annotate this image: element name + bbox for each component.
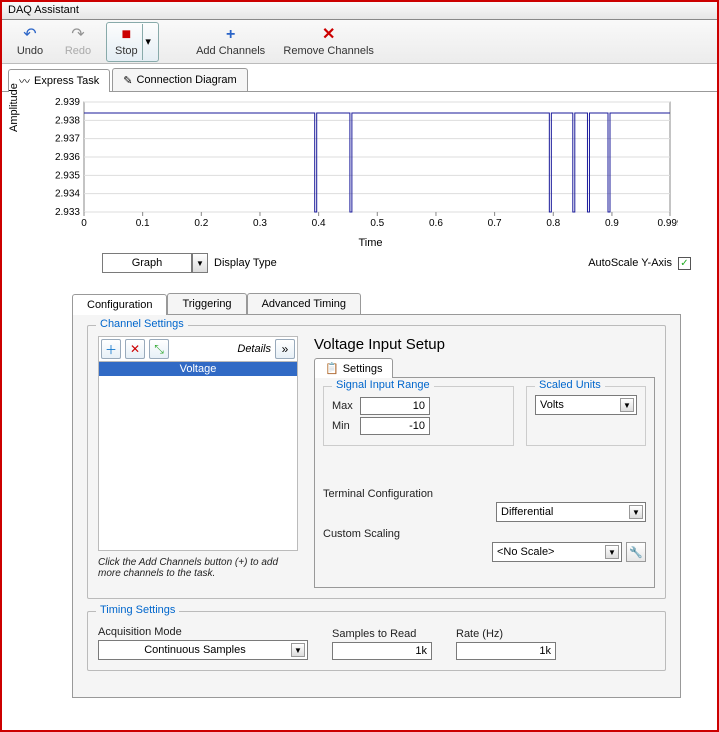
- voltage-input-setup: Voltage Input Setup 📋 Settings Signal In…: [314, 336, 655, 588]
- timing-settings-fieldset: Timing Settings Acquisition Mode Continu…: [87, 611, 666, 671]
- samples-input[interactable]: [332, 642, 432, 660]
- wrench-icon[interactable]: 🔧: [626, 542, 646, 562]
- details-expand-button[interactable]: »: [275, 339, 295, 359]
- max-input[interactable]: [360, 397, 430, 415]
- undo-icon: ↶: [23, 27, 36, 45]
- delete-channel-button[interactable]: ✕: [125, 339, 145, 359]
- redo-icon: ↷: [71, 27, 84, 45]
- acq-mode-select[interactable]: Continuous Samples ▼: [98, 640, 308, 660]
- main-toolbar: ↶ Undo ↷ Redo ■ Stop ▾ + Add Channels ✕ …: [2, 20, 717, 64]
- svg-text:0.5: 0.5: [370, 218, 384, 229]
- chevron-down-icon: ▼: [620, 398, 634, 412]
- chevron-down-icon: ▼: [629, 505, 643, 519]
- tab-triggering[interactable]: Triggering: [167, 293, 246, 314]
- chevron-down-icon: ▼: [605, 545, 619, 559]
- window-title: DAQ Assistant: [2, 2, 717, 20]
- svg-text:0.2: 0.2: [194, 218, 208, 229]
- svg-text:2.934: 2.934: [55, 189, 80, 200]
- svg-text:0.8: 0.8: [546, 218, 560, 229]
- autoscale-checkbox[interactable]: ✓: [678, 257, 691, 270]
- display-type-dropdown[interactable]: ▼: [192, 253, 208, 273]
- stop-button[interactable]: ■ Stop ▾: [106, 22, 159, 62]
- config-tabs: Configuration Triggering Advanced Timing: [72, 293, 681, 315]
- display-type-label: Display Type: [214, 257, 277, 269]
- display-type-value: Graph: [102, 253, 192, 273]
- remove-channels-button[interactable]: ✕ Remove Channels: [279, 22, 379, 62]
- acq-mode-group: Acquisition Mode Continuous Samples ▼: [98, 622, 308, 660]
- pencil-icon: ✎: [123, 74, 132, 87]
- samples-group: Samples to Read: [332, 624, 432, 660]
- tab-advanced-timing[interactable]: Advanced Timing: [247, 293, 361, 314]
- add-channel-button[interactable]: ＋: [101, 339, 121, 359]
- tab-settings[interactable]: 📋 Settings: [314, 358, 393, 378]
- tab-express-task[interactable]: 〰 Express Task: [8, 69, 110, 92]
- mode-tabs: 〰 Express Task ✎ Connection Diagram: [2, 64, 717, 92]
- rate-group: Rate (Hz): [456, 624, 556, 660]
- svg-text:0.999: 0.999: [657, 218, 678, 229]
- add-channels-button[interactable]: + Add Channels: [191, 22, 271, 62]
- svg-text:2.938: 2.938: [55, 115, 80, 126]
- terminal-config-select[interactable]: Differential ▼: [496, 502, 646, 522]
- svg-text:2.939: 2.939: [55, 97, 80, 108]
- tab-connection-diagram[interactable]: ✎ Connection Diagram: [112, 68, 248, 91]
- units-select[interactable]: Volts ▼: [535, 395, 637, 415]
- chart-area: Amplitude 2.9332.9342.9352.9362.9372.938…: [2, 92, 717, 251]
- tab-configuration[interactable]: Configuration: [72, 294, 167, 315]
- channel-list-wrap: ＋ ✕ ⤡ Details » Voltage Click the Add Ch…: [98, 336, 298, 588]
- svg-text:2.933: 2.933: [55, 207, 80, 218]
- undo-button[interactable]: ↶ Undo: [10, 22, 50, 62]
- svg-text:0.6: 0.6: [429, 218, 443, 229]
- svg-text:0: 0: [81, 218, 87, 229]
- custom-scaling-select[interactable]: <No Scale> ▼: [492, 542, 622, 562]
- stop-dropdown[interactable]: ▾: [142, 24, 154, 60]
- waveform-chart[interactable]: 2.933 2.934 2.935 2.936 2.937 2.938 2.939 0 0.1 0…: [38, 96, 678, 236]
- settings-icon: 📋: [325, 362, 339, 375]
- vis-title: Voltage Input Setup: [314, 336, 655, 353]
- y-axis-label: Amplitude: [8, 83, 20, 132]
- autoscale-group: AutoScale Y-Axis ✓: [588, 257, 691, 270]
- channel-settings-fieldset: Channel Settings ＋ ✕ ⤡ Details » Voltage…: [87, 325, 666, 599]
- display-type-group: Graph ▼ Display Type: [102, 253, 277, 273]
- chevron-down-icon: ▼: [291, 643, 305, 657]
- channel-tool-button[interactable]: ⤡: [149, 339, 169, 359]
- stop-icon: ■: [121, 27, 131, 45]
- svg-text:0.7: 0.7: [488, 218, 502, 229]
- min-input[interactable]: [360, 417, 430, 435]
- channel-list[interactable]: Voltage: [98, 361, 298, 551]
- svg-text:2.937: 2.937: [55, 134, 80, 145]
- svg-text:0.4: 0.4: [312, 218, 326, 229]
- x-axis-label: Time: [38, 237, 703, 249]
- channel-hint: Click the Add Channels button (+) to add…: [98, 557, 298, 579]
- autoscale-label: AutoScale Y-Axis: [588, 257, 672, 269]
- svg-text:0.3: 0.3: [253, 218, 267, 229]
- svg-text:2.935: 2.935: [55, 170, 80, 181]
- chart-controls: Graph ▼ Display Type AutoScale Y-Axis ✓: [2, 251, 717, 275]
- channel-list-toolbar: ＋ ✕ ⤡ Details »: [98, 336, 298, 361]
- custom-scaling-group: Custom Scaling <No Scale> ▼ 🔧: [323, 528, 646, 562]
- details-label: Details: [237, 343, 271, 355]
- svg-text:0.1: 0.1: [136, 218, 150, 229]
- channel-list-item-voltage[interactable]: Voltage: [99, 362, 297, 376]
- svg-text:0.9: 0.9: [605, 218, 619, 229]
- plus-icon: +: [226, 27, 235, 45]
- waveform-icon: 〰: [19, 73, 30, 89]
- svg-text:2.936: 2.936: [55, 152, 80, 163]
- redo-button[interactable]: ↷ Redo: [58, 22, 98, 62]
- config-body: Channel Settings ＋ ✕ ⤡ Details » Voltage…: [72, 315, 681, 698]
- config-panel: Configuration Triggering Advanced Timing…: [72, 293, 681, 698]
- rate-input[interactable]: [456, 642, 556, 660]
- x-icon: ✕: [322, 27, 335, 45]
- terminal-config-group: Terminal Configuration Differential ▼: [323, 488, 646, 522]
